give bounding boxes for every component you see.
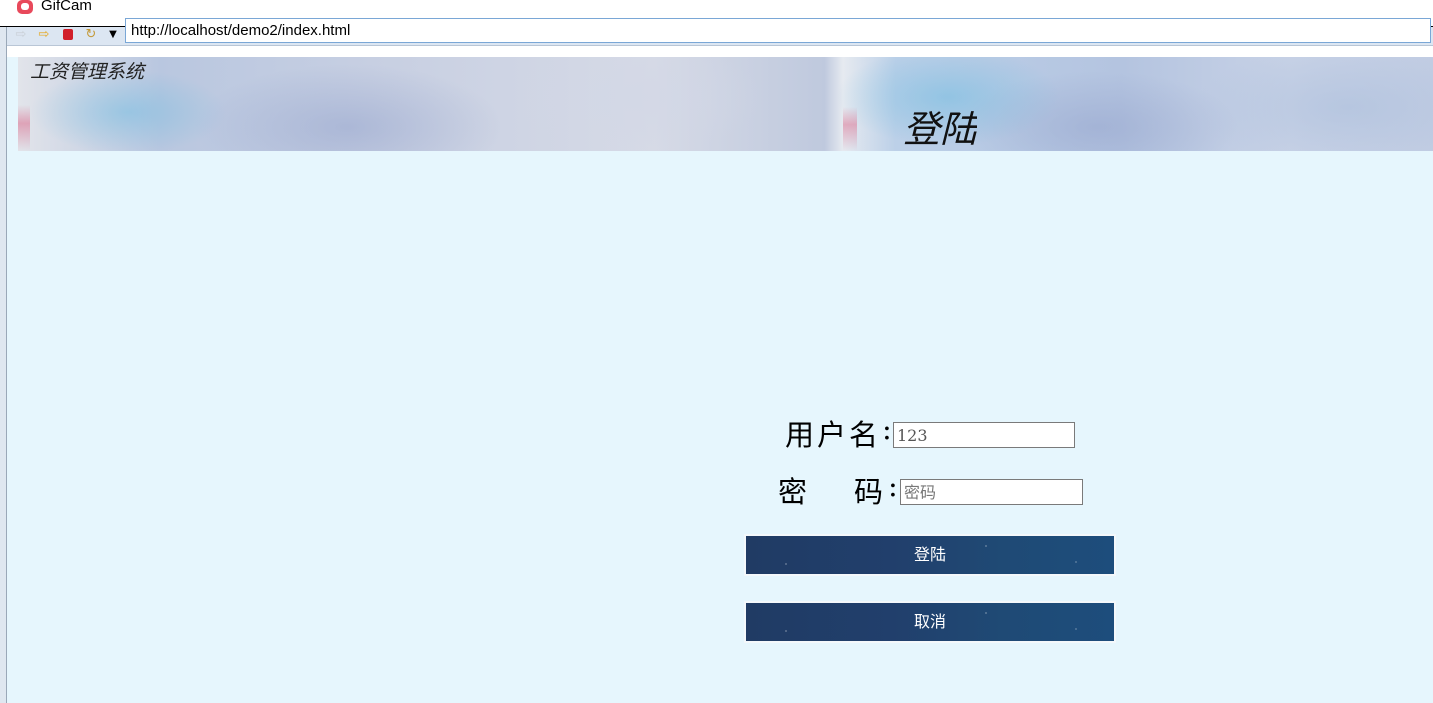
page-content: 工资管理系统 登陆 用户名: 密 码 : 登陆 取消 — [7, 57, 1433, 703]
login-button[interactable]: 登陆 — [744, 534, 1116, 576]
password-label-char-2: 码 — [854, 475, 884, 509]
cancel-button[interactable]: 取消 — [744, 601, 1116, 643]
dropdown-arrow-icon[interactable]: ▼ — [105, 28, 121, 42]
refresh-icon[interactable]: ↻ — [83, 28, 99, 42]
username-label-text: 用户名 — [785, 418, 882, 452]
password-colon: : — [888, 469, 898, 503]
window-frame-left — [0, 27, 7, 703]
username-input[interactable] — [893, 422, 1075, 448]
stop-icon[interactable] — [60, 28, 76, 42]
back-arrow-icon[interactable]: ⇨ — [13, 28, 29, 42]
username-label: 用户名: — [785, 412, 892, 454]
forward-arrow-icon[interactable]: ⇨ — [36, 28, 52, 42]
window-title: GifCam — [41, 0, 92, 14]
header-banner: 工资管理系统 登陆 — [18, 57, 1433, 151]
page-title: 登陆 — [903, 108, 977, 151]
gifcam-app-icon — [17, 0, 33, 14]
password-input[interactable] — [900, 479, 1083, 505]
password-label-char-1: 密 — [778, 475, 808, 509]
system-name: 工资管理系统 — [30, 61, 145, 83]
address-bar[interactable]: http://localhost/demo2/index.html — [125, 18, 1431, 43]
